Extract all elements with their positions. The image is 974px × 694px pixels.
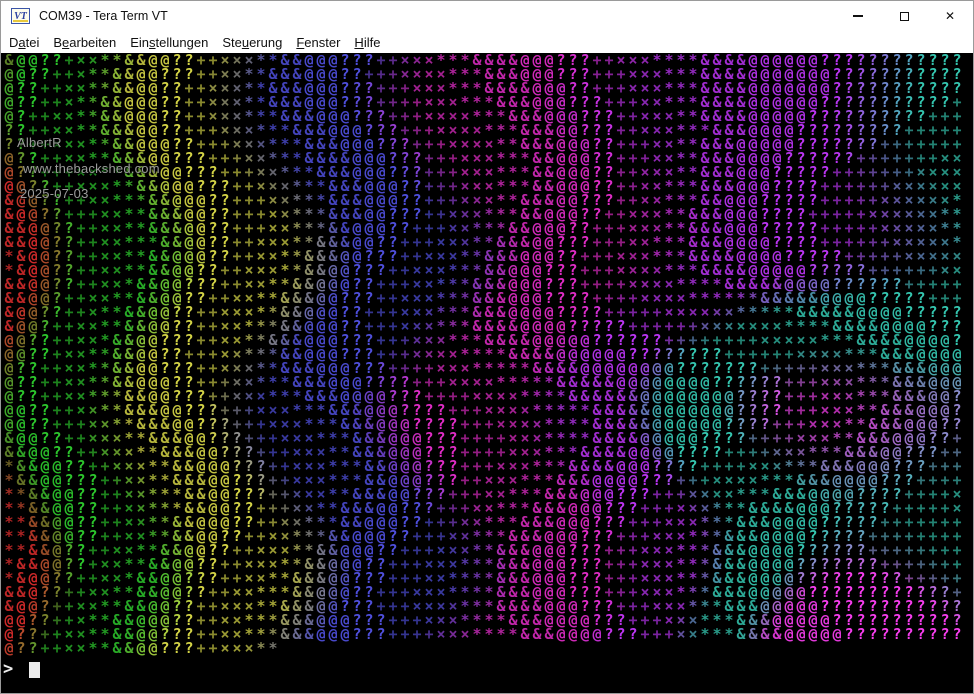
art-row: &&@@?++××**&&@@??++××**&&&@@???++×××***&… (3, 291, 963, 305)
art-row: @@??++×**&&@@@??++××***&&&@@@???+++×××**… (3, 613, 963, 627)
art-row: &@@??++×××**&&&@@???+++×××***&&&@@@???++… (3, 431, 963, 445)
overlay-author: AlbertR (17, 135, 62, 150)
art-row: @?++××**&&@@@??++×××***&&&@@@???+++××××*… (3, 109, 963, 123)
art-row: ??++×××**&&@@@??+++×××***&&&@@@???+++×××… (3, 137, 963, 151)
art-row: @@??++××**&&&@@???+++×××***&&&@@@????+++… (3, 403, 963, 417)
art-row: &@@??+××**&&@@??++×××**&&@@@???++×××***&… (3, 53, 963, 67)
art-row: &@@?++××**&&@@??++××***&&@@@??+++×××***&… (3, 319, 963, 333)
art-row: @??++××**&&@@@??+++××***&&&@@@????+++×××… (3, 375, 963, 389)
art-row: **&&@@??++××***&&@@??+++××**&&&@@???+++×… (3, 501, 963, 515)
art-row: @??++×**&&@@@??++×××**&&&@@@???++++×××**… (3, 95, 963, 109)
art-row: *&@@??++××**&&@@@??++××**&&&@@???++×××**… (3, 249, 963, 263)
art-row: &@@??++××***&&@@@??+++××***&&&@@@??+++××… (3, 193, 963, 207)
maximize-icon (900, 12, 909, 21)
window-title: COM39 - Tera Term VT (39, 9, 168, 23)
menu-item-fenster[interactable]: Fenster (289, 31, 347, 53)
overlay-website: www.thebackshed.com (23, 161, 160, 176)
art-row: &@@??+++××**&&&@@??+++××***&&&@@???++×××… (3, 207, 963, 221)
art-row: &@@??++×**&&@@??++×××**&&@@@??+++×××***&… (3, 305, 963, 319)
prompt-line: > (3, 659, 40, 679)
art-row: @??++××***&&@@???++×××***&&&@@@@???++++×… (3, 389, 963, 403)
art-row: &&@@??++×××**&&&@@???+++×××**&&&@@@???++… (3, 445, 963, 459)
art-row: @??++××**&&@@???++××***&&&@@@???++++×××*… (3, 627, 963, 641)
menu-item-einstellungen[interactable]: Einstellungen (123, 31, 215, 53)
close-icon: ✕ (945, 9, 955, 23)
menu-item-bearbeiten[interactable]: Bearbeiten (46, 31, 123, 53)
art-row: @@??+××**&&@@??+++××***&&@@@???+++××××**… (3, 347, 963, 361)
art-row: ??++××**&&&@@??+++×××***&&&@@@???+++××××… (3, 123, 963, 137)
minimize-icon (853, 15, 863, 17)
art-row: &&@@??++××**&&&@@??+++××***&&@@@??+++××*… (3, 221, 963, 235)
menu-item-datei[interactable]: Datei (2, 31, 46, 53)
art-row: *&@@??++××**&&@@??++×××**&&@@???++×××***… (3, 263, 963, 277)
menu-item-steuerung[interactable]: Steuerung (215, 31, 289, 53)
art-row: **&&@@??++××**&&@@??++××***&&@@@??+++××*… (3, 529, 963, 543)
tera-term-window: VT COM39 - Tera Term VT ✕ DateiBearbeite… (0, 0, 974, 694)
menu-bar: DateiBearbeitenEinstellungenSteuerungFen… (1, 31, 973, 53)
terminal-screen[interactable]: &@@??+××**&&@@??++×××**&&@@@???++×××***&… (1, 53, 973, 693)
art-row: *&&@@???++××**&&&@@???++×××***&&@@@???++… (3, 473, 963, 487)
art-row: *&&@@??+××**&&@@??++×××**&&@@@??+++×××**… (3, 557, 963, 571)
minimize-button[interactable] (835, 1, 881, 31)
art-row: @??++××**&&@@???++×××** (3, 641, 963, 655)
art-row: *&@@??++××*&&@@???++××**&&&@@???+++××***… (3, 571, 963, 585)
art-row: @@??+++××**&&&@@???+++×××***&&&@@@????++… (3, 417, 963, 431)
cursor-block (29, 662, 40, 678)
art-row: @@??++×**&&@@???++××**&&&@@@??+++××××***… (3, 67, 963, 81)
caption-controls: ✕ (835, 1, 973, 31)
art-row: &&@@??++××*&&@@???++××**&&@@@??+++××***&… (3, 277, 963, 291)
art-row: &@@?++××**&&@@??++×××**&&&@@???+++××××**… (3, 599, 963, 613)
menu-item-hilfe[interactable]: Hilfe (347, 31, 387, 53)
art-row: *&&@@??++×××**&&@@@???++×××***&&@@@???++… (3, 459, 963, 473)
overlay-date: 2025-07-03 (20, 186, 89, 201)
art-row: &&@@??++××***&&@@??++×××**&&&@@??+++×××*… (3, 235, 963, 249)
ascii-art: &@@??+××**&&@@??++×××**&&@@@???++×××***&… (3, 53, 963, 655)
close-button[interactable]: ✕ (927, 1, 973, 31)
art-row: @@??++××*&&@@???++××**&&&@@@???+++×××***… (3, 333, 963, 347)
title-bar[interactable]: VT COM39 - Tera Term VT ✕ (1, 1, 973, 31)
shell-prompt: > (3, 659, 15, 679)
tera-term-vt-icon: VT (11, 8, 30, 24)
art-row: **&&@??++××**&&@@??++×××**&&@@@??+++×××*… (3, 543, 963, 557)
art-row: @@??++×××**&&@@@???++×××***&&&@@@??+++××… (3, 179, 963, 193)
maximize-button[interactable] (881, 1, 927, 31)
art-row: @??++××**&&@@??++×××**&&&@@@???+++×××***… (3, 81, 963, 95)
art-row: @??++××**&&@@???++×××**&&&@@@???++++×××*… (3, 361, 963, 375)
art-row: **&&@@??++××***&&@@???++×××**&&&@@???+++… (3, 487, 963, 501)
art-row: &&@??++××**&&@@??++××***&&@@@??+++×××***… (3, 585, 963, 599)
art-row: **&&@@??++××**&&@@@??++××***&&@@@??+++××… (3, 515, 963, 529)
